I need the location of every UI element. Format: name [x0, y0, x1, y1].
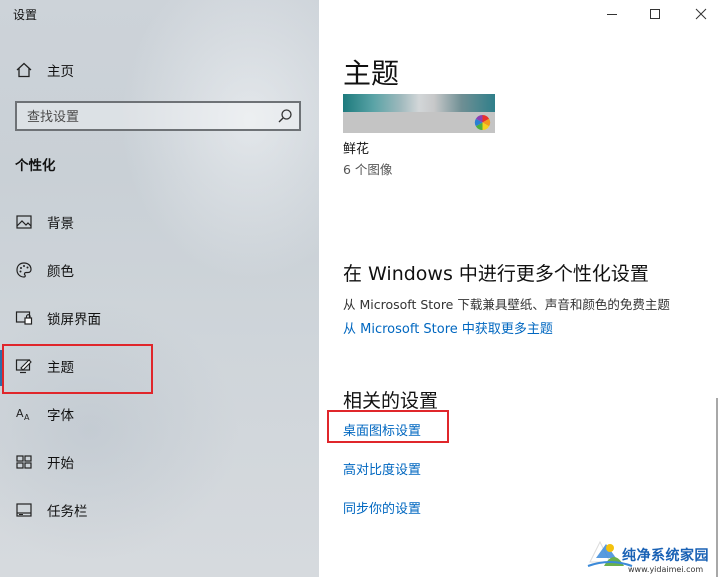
search-icon[interactable] [277, 108, 293, 124]
sidebar-item-label: 字体 [47, 408, 74, 424]
color-wheel-icon [474, 114, 491, 131]
theme-preview[interactable] [343, 94, 495, 133]
sidebar: 设置 主页 个性化 背景 颜色 锁屏界面 主题 [0, 0, 319, 577]
sidebar-item-home[interactable]: 主页 [0, 50, 319, 90]
start-icon [14, 452, 34, 472]
desktop-icon-settings-link[interactable]: 桌面图标设置 [343, 420, 421, 439]
palette-icon [14, 260, 34, 280]
taskbar-icon [14, 500, 34, 520]
minimize-button[interactable] [592, 4, 632, 24]
sidebar-item-fonts[interactable]: AA 字体 [0, 394, 319, 434]
sidebar-item-start[interactable]: 开始 [0, 442, 319, 482]
svg-text:A: A [16, 407, 24, 420]
page-title: 主题 [343, 57, 400, 90]
theme-wallpaper-preview [343, 94, 495, 112]
sidebar-item-label: 颜色 [47, 264, 74, 280]
minimize-icon [606, 5, 618, 24]
font-icon: AA [14, 404, 34, 424]
maximize-button[interactable] [635, 4, 675, 24]
store-heading: 在 Windows 中进行更多个性化设置 [343, 263, 649, 285]
sidebar-item-label: 锁屏界面 [47, 312, 101, 328]
theme-image-count: 6 个图像 [343, 162, 393, 177]
search-input[interactable] [25, 107, 269, 127]
high-contrast-settings-link[interactable]: 高对比度设置 [343, 459, 421, 478]
sidebar-item-label: 任务栏 [47, 504, 88, 520]
sidebar-item-lock-screen[interactable]: 锁屏界面 [0, 298, 319, 338]
sync-settings-link[interactable]: 同步你的设置 [343, 498, 421, 517]
sidebar-item-background[interactable]: 背景 [0, 202, 319, 242]
highlight-box [2, 344, 153, 394]
home-icon [14, 60, 34, 80]
search-box[interactable] [15, 101, 301, 131]
lock-screen-icon [14, 308, 34, 328]
related-settings-heading: 相关的设置 [343, 390, 439, 412]
section-heading: 个性化 [15, 158, 56, 174]
main-pane: 主题 鲜花 6 个图像 在 Windows 中进行更多个性化设置 从 Micro… [319, 0, 721, 577]
close-icon [695, 5, 707, 24]
maximize-icon [649, 5, 661, 24]
sidebar-item-label: 开始 [47, 456, 74, 472]
svg-text:A: A [24, 413, 30, 422]
store-description: 从 Microsoft Store 下载兼具壁纸、声音和颜色的免费主题 [343, 297, 670, 312]
watermark-text: 纯净系统家园 [622, 548, 709, 564]
theme-color-bar [343, 112, 495, 133]
image-icon [14, 212, 34, 232]
sidebar-item-colors[interactable]: 颜色 [0, 250, 319, 290]
sidebar-item-label: 主页 [47, 64, 74, 80]
close-button[interactable] [681, 4, 721, 24]
sidebar-item-label: 背景 [47, 216, 74, 232]
get-more-themes-link[interactable]: 从 Microsoft Store 中获取更多主题 [343, 318, 553, 337]
sidebar-item-taskbar[interactable]: 任务栏 [0, 490, 319, 530]
theme-name: 鲜花 [343, 142, 370, 157]
app-title: 设置 [13, 8, 38, 22]
watermark-url: www.yidaimei.com [628, 565, 704, 574]
